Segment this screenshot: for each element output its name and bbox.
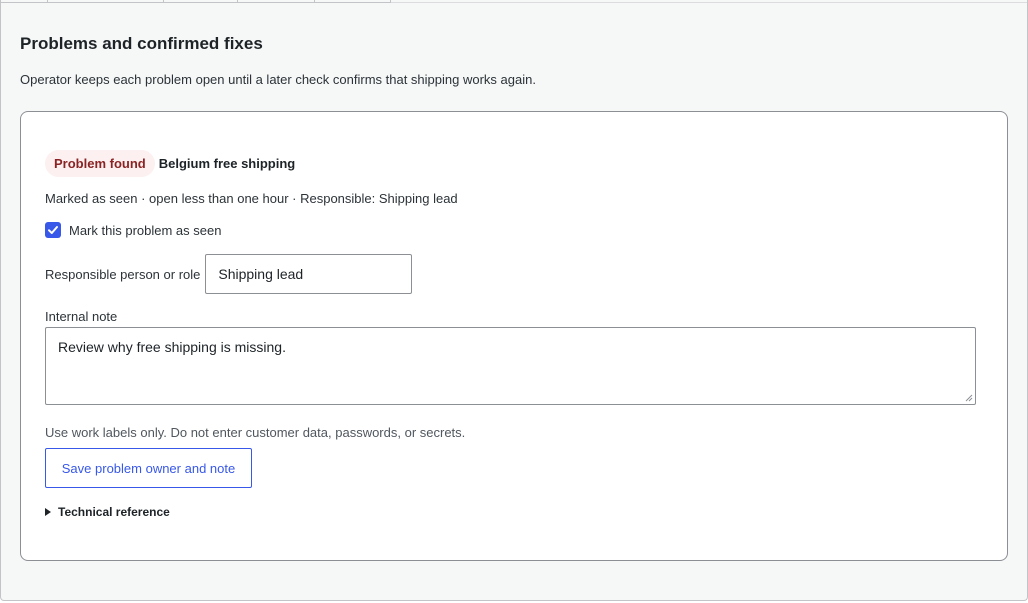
problems-panel: Problems and confirmed fixes Operator ke…: [0, 0, 1028, 601]
technical-reference-label: Technical reference: [58, 505, 170, 519]
tab-5[interactable]: [315, 0, 391, 3]
save-problem-button[interactable]: Save problem owner and note: [45, 448, 252, 488]
responsible-input[interactable]: Shipping lead: [205, 254, 413, 294]
section-description: Operator keeps each problem open until a…: [20, 72, 536, 87]
note-label: Internal note: [45, 309, 118, 324]
responsible-label: Responsible person or role: [45, 266, 201, 282]
checkmark-icon: [48, 226, 58, 234]
tab-2[interactable]: [48, 0, 164, 3]
responsible-row: Responsible person or role Shipping lead: [45, 254, 413, 294]
disclosure-triangle-icon: [45, 508, 51, 516]
mark-seen-row[interactable]: Mark this problem as seen: [45, 222, 221, 238]
resize-grip-icon[interactable]: [965, 394, 973, 402]
mark-seen-label: Mark this problem as seen: [69, 222, 222, 238]
tab-4[interactable]: [238, 0, 315, 3]
problem-title: Belgium free shipping: [158, 156, 296, 171]
mark-seen-checkbox[interactable]: [45, 222, 61, 238]
tab-strip: [1, 0, 391, 3]
responsible-value: Shipping lead: [218, 266, 304, 282]
tab-3[interactable]: [164, 0, 238, 3]
tab-strip-divider: [391, 2, 1027, 3]
technical-reference-toggle[interactable]: Technical reference: [45, 505, 170, 519]
status-badge: Problem found: [45, 150, 155, 177]
tab-1[interactable]: [1, 0, 48, 3]
problem-meta: Marked as seen · open less than one hour…: [45, 191, 458, 206]
problem-header: Problem found Belgium free shipping: [45, 150, 295, 177]
note-value: Review why free shipping is missing.: [58, 339, 286, 355]
help-text: Use work labels only. Do not enter custo…: [45, 425, 466, 440]
problem-card: Problem found Belgium free shipping Mark…: [20, 111, 1008, 561]
note-textarea[interactable]: Review why free shipping is missing.: [45, 327, 976, 405]
section-title: Problems and confirmed fixes: [20, 34, 263, 53]
